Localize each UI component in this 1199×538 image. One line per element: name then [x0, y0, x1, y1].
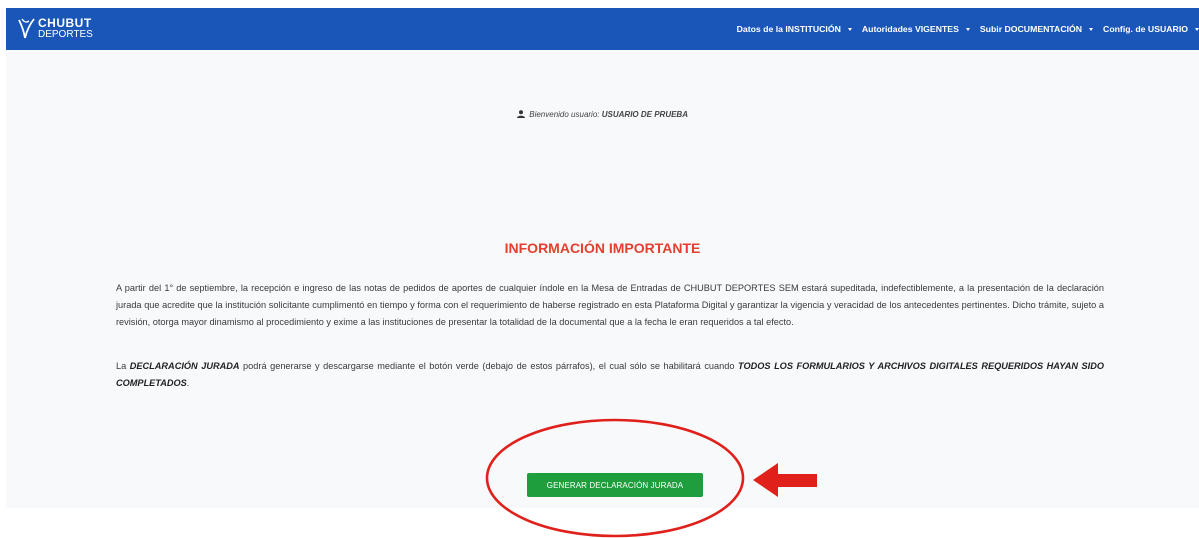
- paragraph-text: La: [116, 361, 130, 371]
- nav-item-documentacion[interactable]: Subir DOCUMENTACIÓN: [979, 24, 1094, 34]
- caret-down-icon: [965, 27, 970, 31]
- welcome-username: USUARIO DE PRUEBA: [601, 110, 688, 119]
- caret-down-icon: [1195, 27, 1199, 31]
- info-paragraph-1: A partir del 1° de septiembre, la recepc…: [116, 283, 1104, 327]
- nav-item-institucion[interactable]: Datos de la INSTITUCIÓN: [737, 24, 852, 34]
- user-icon: [517, 110, 525, 118]
- brand-subtitle: DEPORTES: [38, 29, 93, 40]
- brand-name: CHUBUT: [38, 16, 92, 30]
- emphasis-declaracion: DECLARACIÓN JURADA: [129, 361, 240, 371]
- info-paragraph-2: La DECLARACIÓN JURADA podrá generarse y …: [116, 358, 1104, 392]
- nav-item-label: Autoridades VIGENTES: [861, 24, 959, 34]
- caret-down-icon: [1089, 27, 1094, 31]
- paragraph-text: podrá generarse y descargarse mediante e…: [239, 361, 739, 371]
- chubut-logo-icon: [18, 18, 35, 39]
- nav-item-usuario[interactable]: Config. de USUARIO: [1103, 24, 1199, 34]
- info-heading: INFORMACIÓN IMPORTANTE: [504, 240, 701, 256]
- paragraph-text: .: [186, 378, 190, 388]
- nav-item-autoridades[interactable]: Autoridades VIGENTES: [862, 24, 970, 34]
- nav-menu: Datos de la INSTITUCIÓN Autoridades VIGE…: [737, 8, 1199, 50]
- top-navbar: CHUBUT DEPORTES Datos de la INSTITUCIÓN …: [6, 8, 1199, 50]
- page-frame: CHUBUT DEPORTES Datos de la INSTITUCIÓN …: [6, 8, 1199, 508]
- nav-item-label: Subir DOCUMENTACIÓN: [979, 24, 1083, 34]
- nav-item-label: Datos de la INSTITUCIÓN: [736, 24, 841, 34]
- nav-item-label: Config. de USUARIO: [1103, 24, 1188, 34]
- generate-declaration-button[interactable]: GENERAR DECLARACIÓN JURADA: [527, 473, 703, 497]
- welcome-prefix: Bienvenido usuario:: [529, 110, 600, 119]
- welcome-message: Bienvenido usuario: USUARIO DE PRUEBA: [6, 110, 1199, 119]
- caret-down-icon: [847, 27, 852, 31]
